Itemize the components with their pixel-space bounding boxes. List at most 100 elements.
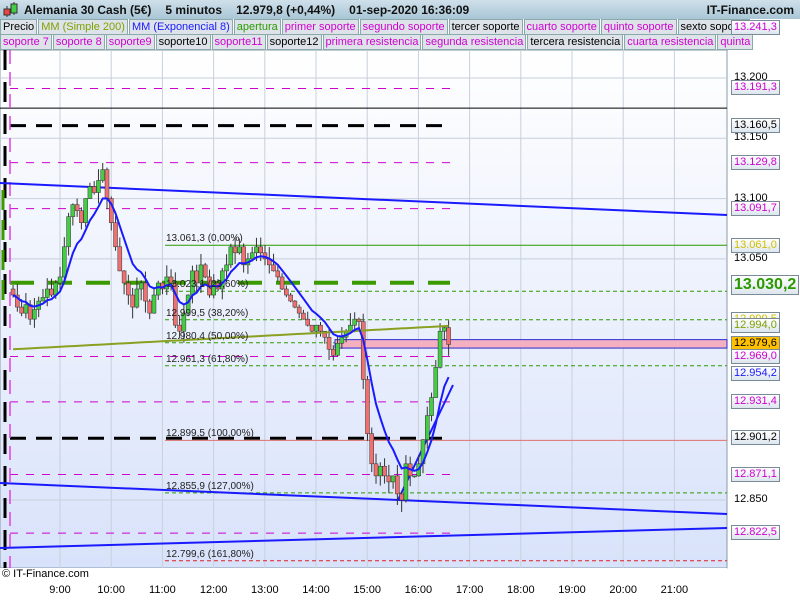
legend-item[interactable]: soporte 8 bbox=[52, 34, 105, 50]
candle-body bbox=[224, 264, 229, 272]
candle-body bbox=[313, 324, 319, 332]
x-tick-label: 20:00 bbox=[609, 584, 637, 596]
x-tick-label: 10:00 bbox=[97, 584, 125, 596]
legend-item[interactable]: MM (Simple 200) bbox=[38, 19, 128, 35]
price-chart[interactable] bbox=[0, 0, 800, 600]
candle-body bbox=[121, 270, 127, 284]
candle-body bbox=[378, 465, 383, 477]
legend-item[interactable]: cuarta resistencia bbox=[624, 34, 717, 50]
legend-item[interactable]: apertura bbox=[233, 19, 281, 35]
candle-body bbox=[62, 246, 67, 278]
fib-label: 12.855,9 (127,00%) bbox=[166, 480, 254, 492]
candle-body bbox=[19, 306, 24, 314]
price-level-label: 13.129,8 bbox=[731, 154, 780, 170]
fib-label: 12.799,6 (161,80%) bbox=[166, 548, 254, 560]
candle-body bbox=[271, 264, 276, 272]
candle-body bbox=[254, 246, 259, 254]
candle-body bbox=[156, 282, 161, 296]
price-level-label: 13.191,3 bbox=[731, 80, 780, 96]
candle-body bbox=[100, 169, 105, 181]
legend-row-2: soporte 7 soporte 8 soporte9 soporte10 sopor… bbox=[0, 34, 754, 50]
candle-body bbox=[258, 246, 263, 254]
candle-body bbox=[369, 433, 374, 465]
fib-label: 12.999,5 (38,20%) bbox=[166, 307, 249, 319]
candle-body bbox=[446, 327, 451, 345]
candle-body bbox=[96, 180, 101, 193]
candle-body bbox=[117, 246, 123, 272]
x-tick-label: 14:00 bbox=[302, 584, 330, 596]
legend-item[interactable]: soporte 7 bbox=[0, 34, 52, 50]
legend-item[interactable]: soporte9 bbox=[105, 34, 155, 50]
price-level-label: 12.871,1 bbox=[731, 466, 780, 482]
legend-item[interactable]: cuarto soporte bbox=[523, 19, 600, 35]
fib-label: 13.023,1 (23,60%) bbox=[166, 279, 249, 291]
price-level-label: 12.931,4 bbox=[731, 393, 780, 409]
candle-body bbox=[386, 475, 392, 483]
candle-body bbox=[228, 246, 234, 266]
y-tick-label: 13.050 bbox=[734, 251, 768, 264]
x-tick-label: 21:00 bbox=[660, 584, 689, 596]
candle-body bbox=[403, 463, 409, 501]
timeframe: 5 minutos bbox=[165, 2, 223, 17]
plot-area bbox=[0, 49, 728, 569]
candle-body bbox=[437, 330, 443, 368]
legend-item[interactable]: tercer soporte bbox=[448, 19, 523, 35]
candle-body bbox=[326, 336, 332, 350]
x-tick-label: 16:00 bbox=[404, 584, 433, 596]
legend-item[interactable]: primera resistencia bbox=[322, 34, 422, 50]
candle-body bbox=[74, 204, 80, 211]
y-tick-label: 13.150 bbox=[734, 131, 768, 144]
legend-item[interactable]: soporte11 bbox=[211, 34, 266, 50]
watermark: © IT-Finance.com bbox=[2, 568, 89, 580]
candle-body bbox=[130, 294, 135, 308]
candle-body bbox=[134, 288, 140, 308]
datetime: 01-sep-2020 16:36:09 bbox=[349, 2, 470, 17]
candle-body bbox=[40, 297, 46, 302]
legend-item[interactable]: quinta bbox=[717, 34, 754, 50]
brand: IT-Finance.com bbox=[706, 2, 794, 17]
candle-body bbox=[249, 252, 255, 260]
legend-item[interactable]: tercera resistencia bbox=[527, 34, 624, 50]
candle-body bbox=[390, 475, 396, 483]
price-level-label: 12.994,0 bbox=[731, 318, 780, 334]
price-level-label: 13.241,3 bbox=[731, 20, 780, 36]
candle-body bbox=[279, 276, 285, 290]
candle-body bbox=[399, 493, 404, 501]
candle-body bbox=[113, 222, 118, 248]
legend-item[interactable]: MM (Exponencial 8) bbox=[128, 19, 233, 35]
candle-body bbox=[10, 288, 16, 296]
fib-label: 12.980,4 (50,00%) bbox=[166, 330, 249, 342]
candle-body bbox=[425, 415, 430, 440]
legend-item[interactable]: soporte10 bbox=[155, 34, 211, 50]
candle-body bbox=[275, 270, 281, 278]
x-tick-label: 17:00 bbox=[455, 584, 484, 596]
candle-body bbox=[91, 186, 97, 193]
candle-body bbox=[296, 306, 302, 314]
candle-body bbox=[433, 367, 439, 398]
price-level-label: 13.160,5 bbox=[731, 117, 780, 133]
x-tick-label: 19:00 bbox=[558, 584, 586, 596]
legend-item[interactable]: primer soporte bbox=[281, 19, 359, 35]
legend-item[interactable]: Precio bbox=[0, 19, 38, 35]
x-tick-label: 9:00 bbox=[49, 584, 71, 596]
legend-item[interactable]: segundo soporte bbox=[359, 19, 448, 35]
price-level-label: 12.969,0 bbox=[731, 348, 780, 364]
fib-label: 12.899,5 (100,00%) bbox=[166, 428, 254, 440]
candle-body bbox=[23, 304, 29, 314]
legend-row-1: Precio MM (Simple 200) MM (Exponencial 8) a… bbox=[0, 19, 751, 35]
candle-body bbox=[373, 463, 379, 477]
candle-body bbox=[202, 264, 208, 278]
legend-item[interactable]: quinto soporte bbox=[600, 19, 677, 35]
candle-body bbox=[83, 198, 88, 223]
x-tick-label: 15:00 bbox=[353, 584, 381, 596]
legend-item[interactable]: soporte12 bbox=[266, 34, 322, 50]
price-level-label: 13.030,2 bbox=[731, 274, 800, 295]
candle-body bbox=[309, 324, 315, 332]
legend-item[interactable]: segunda resistencia bbox=[422, 34, 527, 50]
title-bar: Alemania 30 Cash (5€) 5 minutos 12.979,8… bbox=[0, 0, 800, 19]
candle-body bbox=[284, 288, 289, 296]
last-price: 12.979,8 (+0,44%) bbox=[236, 2, 336, 17]
candle-body bbox=[442, 327, 447, 332]
candle-body bbox=[70, 204, 76, 217]
candle-body bbox=[318, 324, 323, 332]
